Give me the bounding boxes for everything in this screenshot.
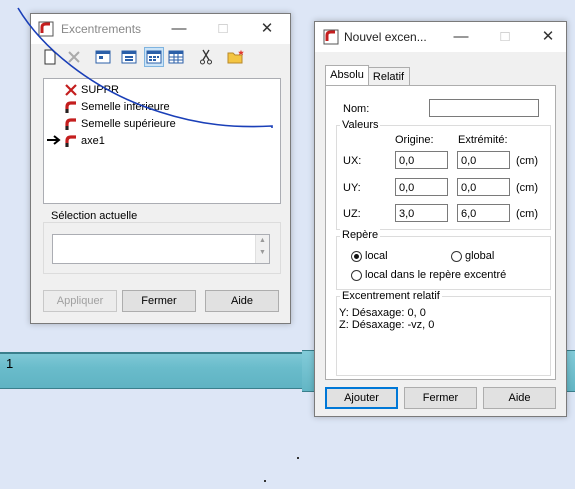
origin-header: Origine:: [395, 134, 434, 146]
selection-group-label: Sélection actuelle: [49, 210, 140, 222]
window-title: Nouvel excen...: [344, 30, 427, 44]
scrollbar[interactable]: ▲ ▼: [255, 235, 269, 263]
radio-local-excentre-label[interactable]: local dans le repère excentré: [365, 269, 506, 281]
uz-label: UZ:: [343, 208, 361, 220]
minimize-button[interactable]: —: [450, 26, 472, 48]
tab-absolu[interactable]: Absolu: [325, 65, 369, 86]
uy-unit: (cm): [516, 182, 538, 194]
repere-group: [336, 236, 551, 290]
model-point: [264, 480, 266, 482]
repere-group-label: Repère: [340, 229, 381, 241]
nouvel-excentrement-window: Nouvel excen... — □ ✕ Relatif Absolu Nom…: [314, 21, 567, 417]
ux-unit: (cm): [516, 155, 538, 167]
relatif-line-y: Y: Désaxage: 0, 0: [339, 307, 426, 319]
uy-label: UY:: [343, 182, 361, 194]
uy-end-input[interactable]: 0,0: [457, 178, 510, 196]
radio-global[interactable]: [451, 251, 462, 262]
radio-local-excentre[interactable]: [351, 270, 362, 281]
uz-origin-input[interactable]: 3,0: [395, 204, 448, 222]
ux-end-input[interactable]: 0,0: [457, 151, 510, 169]
scroll-down-icon[interactable]: ▼: [256, 247, 269, 259]
close-dialog-button[interactable]: Fermer: [122, 290, 196, 312]
maximize-button[interactable]: □: [494, 26, 516, 48]
model-point: [297, 457, 299, 459]
help-button[interactable]: Aide: [205, 290, 279, 312]
end-header: Extrémité:: [458, 134, 508, 146]
selection-textbox[interactable]: ▲ ▼: [52, 234, 270, 264]
close-dialog-button[interactable]: Fermer: [404, 387, 477, 409]
nom-input[interactable]: [429, 99, 539, 117]
nom-label: Nom:: [343, 103, 370, 115]
uy-origin-input[interactable]: 0,0: [395, 178, 448, 196]
add-button[interactable]: Ajouter: [325, 387, 398, 409]
ux-origin-input[interactable]: 0,0: [395, 151, 448, 169]
uz-unit: (cm): [516, 208, 538, 220]
tab-relatif[interactable]: Relatif: [367, 67, 410, 86]
uz-end-input[interactable]: 6,0: [457, 204, 510, 222]
radio-local-label[interactable]: local: [365, 250, 388, 262]
relatif-line-z: Z: Désaxage: -vz, 0: [339, 319, 435, 331]
beam-number-label: 1: [6, 356, 14, 371]
titlebar: Nouvel excen... — □ ✕: [315, 22, 566, 52]
relatif-group-label: Excentrement relatif: [340, 290, 442, 302]
radio-local[interactable]: [351, 251, 362, 262]
close-button[interactable]: ✕: [537, 26, 559, 48]
help-button[interactable]: Aide: [483, 387, 556, 409]
valeurs-group-label: Valeurs: [340, 119, 381, 131]
ux-label: UX:: [343, 155, 362, 167]
tab-panel: Nom: Valeurs Origine: Extrémité: UX: 0,0…: [325, 85, 556, 380]
apply-button[interactable]: Appliquer: [43, 290, 117, 312]
robot-app-icon: [323, 29, 339, 45]
scroll-up-icon[interactable]: ▲: [256, 235, 269, 247]
annotation-stroke: [17, 7, 273, 128]
radio-global-label[interactable]: global: [465, 250, 494, 262]
